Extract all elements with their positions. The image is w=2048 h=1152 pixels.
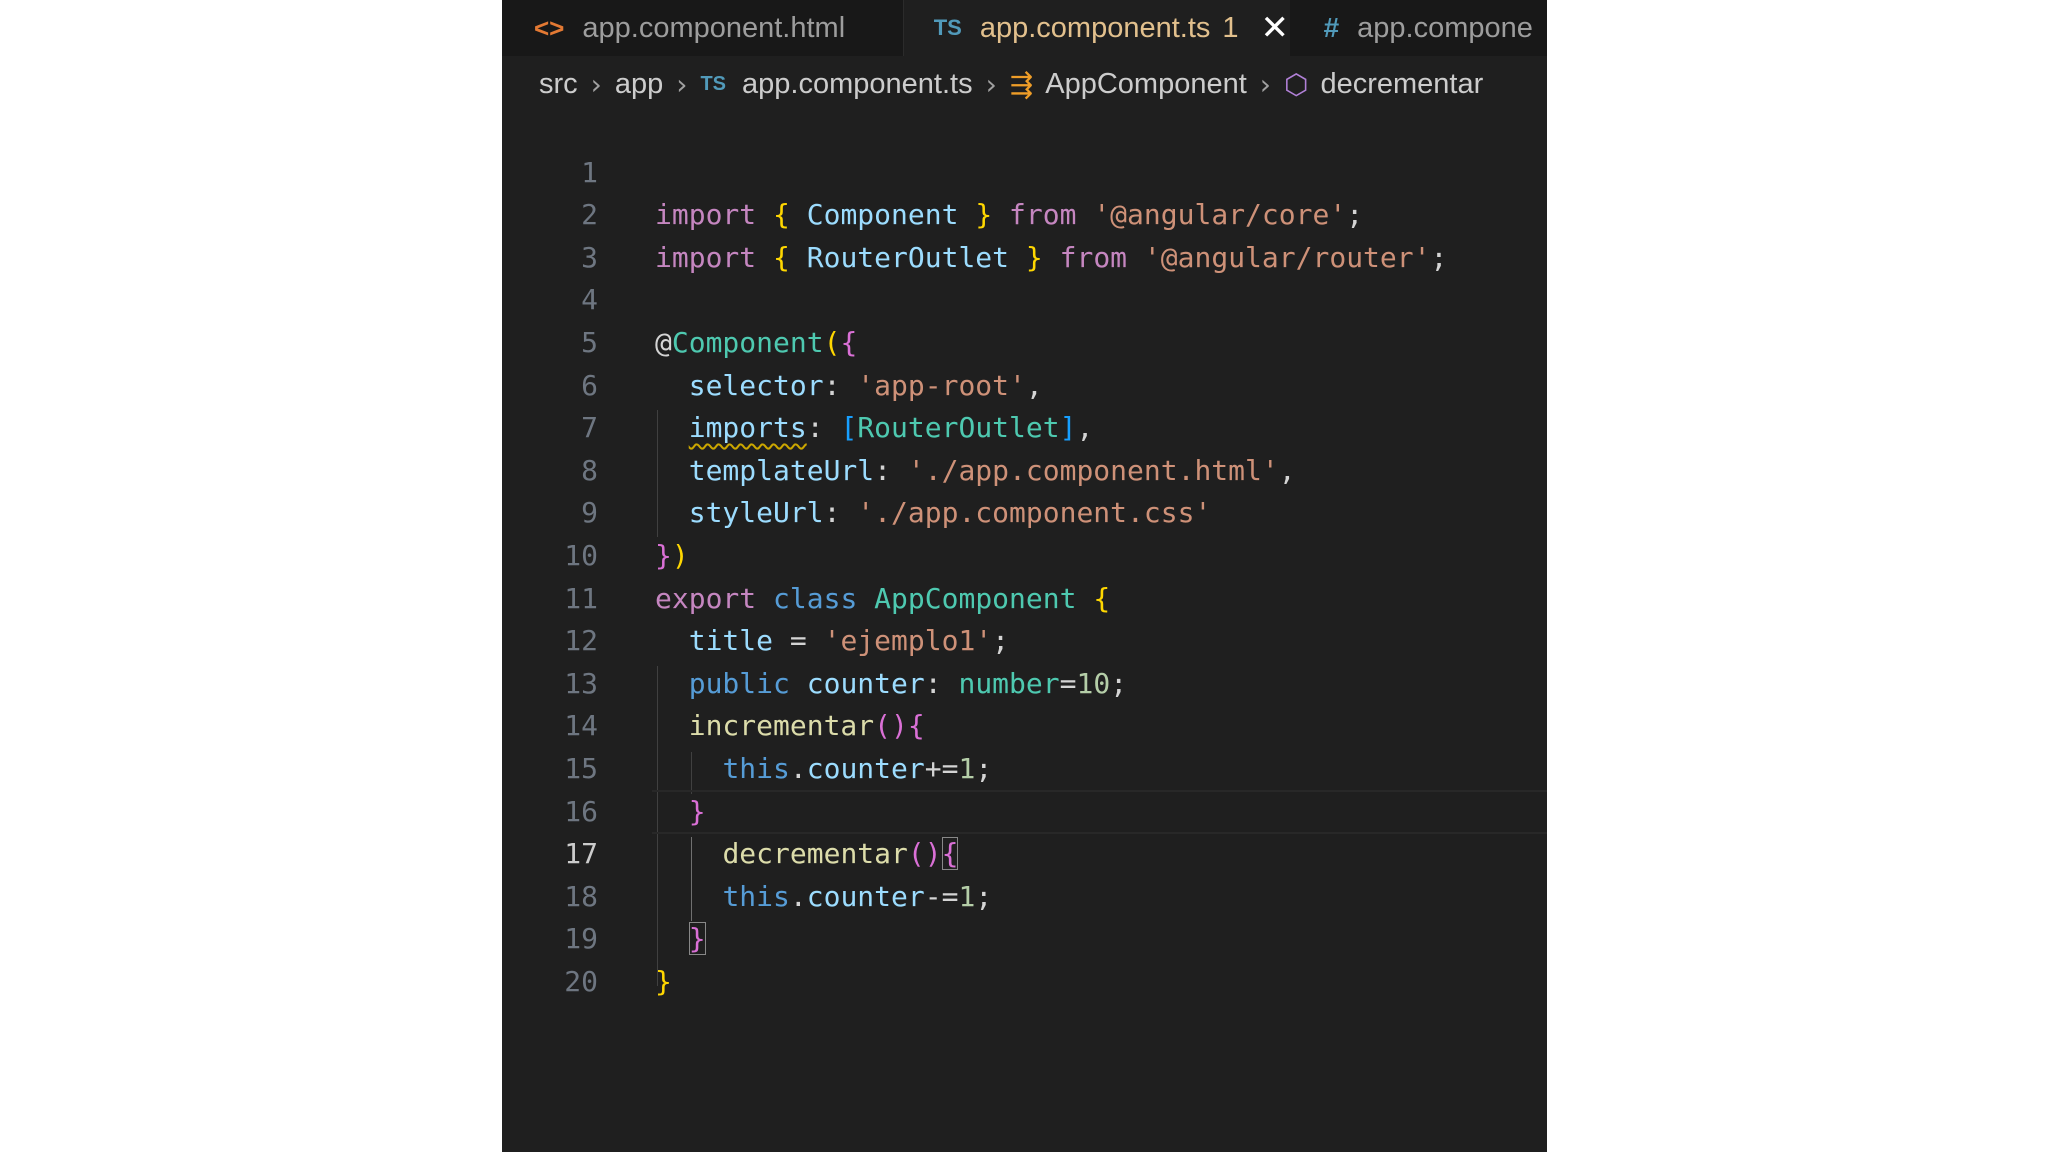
method-symbol-icon: ⬡ xyxy=(1283,68,1309,100)
breadcrumb-item-file[interactable]: app.component.ts xyxy=(742,68,973,101)
code-editor[interactable]: <> app.component.html TS app.component.t… xyxy=(502,0,1547,1152)
code-line[interactable]: 16 decrementar(){ xyxy=(502,748,1547,871)
class-symbol-icon: ⇶ xyxy=(1009,68,1034,100)
code-line[interactable]: 7 templateUrl: './app.component.html', xyxy=(502,365,1547,487)
breadcrumb: src › app › TS app.component.ts › ⇶ AppC… xyxy=(539,60,1483,108)
code-line[interactable]: 12 public counter: number=10; xyxy=(502,578,1547,700)
tab-label: app.component.html xyxy=(582,11,846,44)
line-number: 20 xyxy=(564,964,598,998)
breadcrumb-item-app[interactable]: app xyxy=(615,68,663,101)
code-line[interactable]: 10 export class AppComponent { xyxy=(502,492,1547,615)
tab-label: app.component.ts xyxy=(979,11,1211,44)
chevron-right-icon: › xyxy=(985,67,997,101)
chevron-right-icon: › xyxy=(1259,67,1271,101)
breadcrumb-item-class[interactable]: AppComponent xyxy=(1045,68,1247,101)
code-line-current[interactable]: 17 this.counter-=1; xyxy=(502,789,1547,913)
close-icon[interactable]: ✕ xyxy=(1261,8,1290,48)
code-line[interactable]: 18 } xyxy=(502,833,1547,956)
code-line[interactable]: 2 import { RouterOutlet } from '@angular… xyxy=(502,152,1547,274)
code-line[interactable]: 13 incrementar(){ xyxy=(502,620,1547,743)
tab-bar: <> app.component.html TS app.component.t… xyxy=(502,0,1547,56)
chevron-right-icon: › xyxy=(590,67,602,101)
code-line[interactable]: 20 xyxy=(502,918,1547,998)
code-line[interactable]: 19 } xyxy=(502,876,1547,998)
typescript-file-icon: TS xyxy=(700,72,727,95)
problem-count-badge: 1 xyxy=(1222,11,1239,44)
code-line[interactable]: 11 title = 'ejemplo1'; xyxy=(502,535,1547,658)
tab-app-component-html[interactable]: <> app.component.html xyxy=(502,0,904,56)
chevron-right-icon: › xyxy=(676,67,688,101)
code-line[interactable]: 8 styleUrl: './app.component.css' xyxy=(502,407,1547,530)
html-file-icon: <> xyxy=(534,12,565,43)
code-line[interactable]: 5 selector: 'app-root', xyxy=(502,279,1547,402)
code-area[interactable]: 1 import { Component } from '@angular/co… xyxy=(502,109,1547,998)
code-line[interactable]: 15 } xyxy=(502,705,1547,828)
code-line[interactable]: 3 xyxy=(502,194,1547,274)
code-line[interactable]: 14 this.counter+=1; xyxy=(502,663,1547,785)
breadcrumb-item-method[interactable]: decrementar xyxy=(1320,68,1483,101)
code-line[interactable]: 4 @Component({ xyxy=(502,237,1547,359)
tab-app-component-ts[interactable]: TS app.component.ts 1 ✕ xyxy=(903,0,1290,56)
breadcrumb-item-src[interactable]: src xyxy=(539,68,578,101)
tab-label: app.compone xyxy=(1357,11,1533,44)
code-line[interactable]: 1 import { Component } from '@angular/co… xyxy=(502,109,1547,232)
typescript-file-icon: TS xyxy=(933,15,962,40)
code-line[interactable]: 9 }) xyxy=(502,450,1547,572)
code-line[interactable]: 6 imports: [RouterOutlet], xyxy=(502,322,1547,445)
tab-app-component-css[interactable]: # app.compone xyxy=(1289,0,1547,56)
css-file-icon: # xyxy=(1323,12,1340,43)
